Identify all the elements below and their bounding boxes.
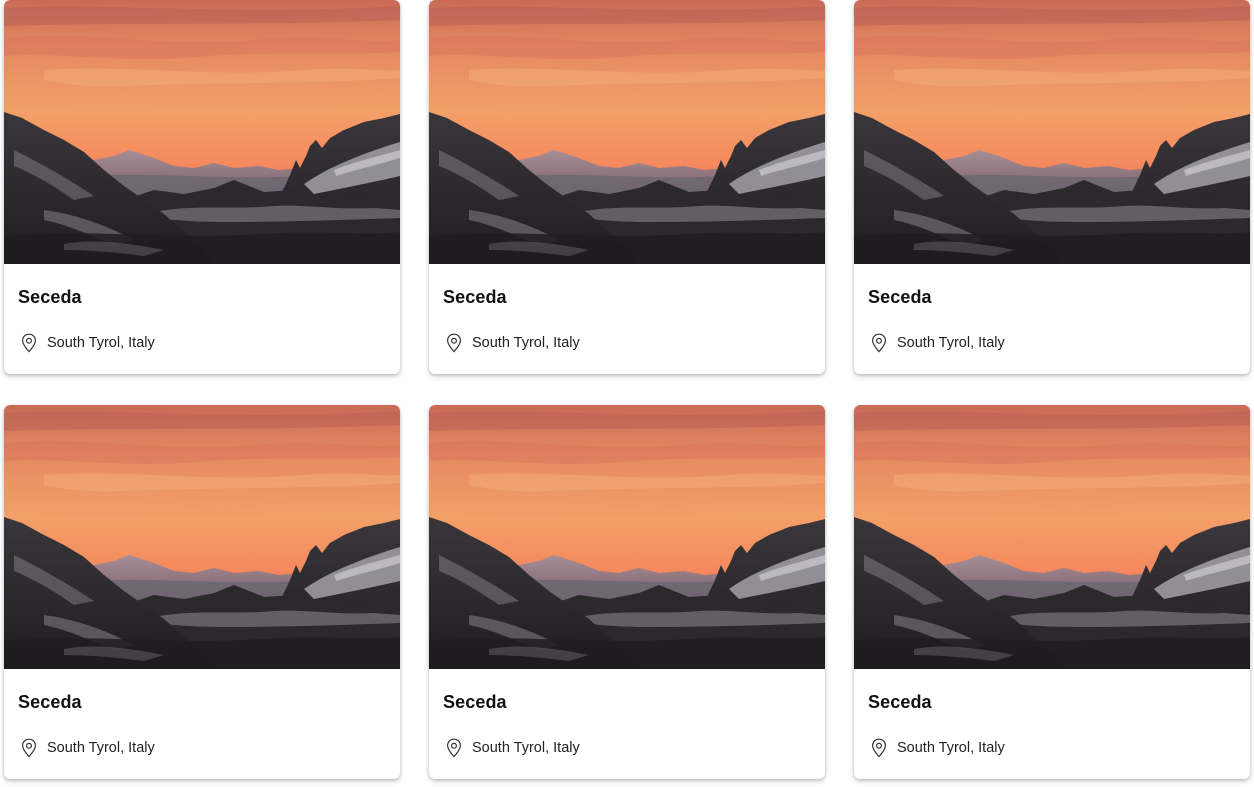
destination-photo [429, 405, 825, 669]
card-location: South Tyrol, Italy [868, 332, 1005, 354]
destination-card[interactable]: Seceda South Tyrol, Italy [429, 0, 825, 374]
destination-photo [854, 405, 1250, 669]
destination-card[interactable]: Seceda South Tyrol, Italy [429, 405, 825, 779]
map-pin-icon [868, 332, 890, 354]
map-pin-icon [443, 737, 465, 759]
card-location-text: South Tyrol, Italy [897, 335, 1005, 351]
destination-card-grid: Seceda South Tyrol, Italy Seceda South T… [0, 0, 1254, 787]
map-pin-icon [443, 332, 465, 354]
destination-photo [4, 0, 400, 264]
card-location: South Tyrol, Italy [443, 332, 580, 354]
card-title: Seceda [868, 692, 932, 712]
card-title: Seceda [18, 287, 82, 307]
destination-card[interactable]: Seceda South Tyrol, Italy [4, 0, 400, 374]
card-location-text: South Tyrol, Italy [472, 740, 580, 756]
map-pin-icon [18, 332, 40, 354]
card-location-text: South Tyrol, Italy [472, 335, 580, 351]
card-title: Seceda [443, 287, 507, 307]
map-pin-icon [18, 737, 40, 759]
card-title: Seceda [868, 287, 932, 307]
card-location: South Tyrol, Italy [18, 737, 155, 759]
map-pin-icon [868, 737, 890, 759]
destination-photo [429, 0, 825, 264]
card-location: South Tyrol, Italy [443, 737, 580, 759]
destination-card[interactable]: Seceda South Tyrol, Italy [4, 405, 400, 779]
card-title: Seceda [443, 692, 507, 712]
destination-photo [854, 0, 1250, 264]
destination-photo [4, 405, 400, 669]
destination-card[interactable]: Seceda South Tyrol, Italy [854, 405, 1250, 779]
card-title: Seceda [18, 692, 82, 712]
destination-card[interactable]: Seceda South Tyrol, Italy [854, 0, 1250, 374]
card-location-text: South Tyrol, Italy [47, 335, 155, 351]
card-location: South Tyrol, Italy [18, 332, 155, 354]
card-location-text: South Tyrol, Italy [47, 740, 155, 756]
card-location-text: South Tyrol, Italy [897, 740, 1005, 756]
card-location: South Tyrol, Italy [868, 737, 1005, 759]
